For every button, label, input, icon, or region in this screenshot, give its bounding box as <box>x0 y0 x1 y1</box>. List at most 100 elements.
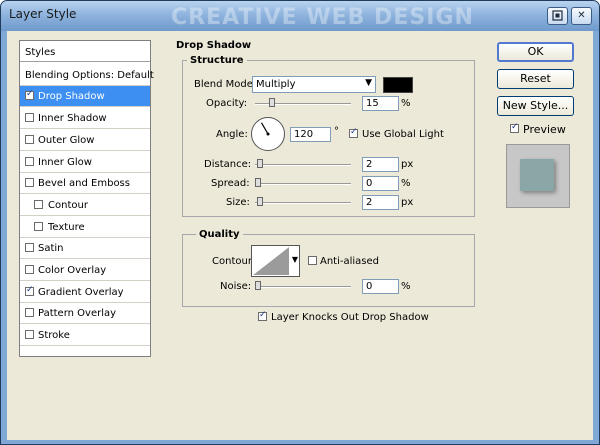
style-item-pattern-overlay[interactable]: Pattern Overlay <box>20 303 150 325</box>
style-checkbox[interactable] <box>25 243 34 253</box>
chevron-down-icon: ▼ <box>365 78 372 88</box>
angle-dial[interactable] <box>251 117 285 151</box>
style-checkbox[interactable] <box>25 330 34 340</box>
style-item-label: Texture <box>48 221 85 233</box>
style-item-label: Inner Glow <box>38 156 92 168</box>
style-item-label: Stroke <box>38 330 70 342</box>
blend-mode-label: Blend Mode: <box>194 79 257 90</box>
style-checkbox[interactable] <box>25 285 34 296</box>
style-item-drop-shadow[interactable]: Drop Shadow <box>20 86 150 108</box>
styles-list: Styles Blending Options: Default Drop Shad… <box>19 40 154 357</box>
style-item-styles: Styles <box>20 42 150 62</box>
preview-label: Preview <box>523 123 566 136</box>
angle-unit: ° <box>334 126 339 137</box>
size-input[interactable]: 2 <box>362 195 399 210</box>
dialog-body: Styles Blending Options: Default Drop Shad… <box>7 31 593 440</box>
style-item-inner-glow[interactable]: Inner Glow <box>20 152 150 173</box>
contour-label: Contour: <box>212 256 256 267</box>
angle-label: Angle: <box>216 129 248 140</box>
window-title: Layer Style <box>9 7 77 21</box>
style-item-stroke[interactable]: Stroke <box>20 325 150 347</box>
style-item-label: Drop Shadow <box>38 91 105 103</box>
contour-preview-icon <box>253 247 289 275</box>
size-label: Size: <box>226 197 250 208</box>
style-checkbox[interactable] <box>25 156 34 166</box>
close-icon[interactable]: ✕ <box>571 7 592 25</box>
blend-mode-select[interactable]: Multiply ▼ <box>252 76 376 93</box>
structure-title: Structure <box>187 55 247 66</box>
style-checkbox[interactable] <box>25 265 34 274</box>
distance-slider-track[interactable] <box>255 164 351 166</box>
distance-label: Distance: <box>204 159 252 170</box>
anti-aliased-checkbox[interactable] <box>308 256 317 265</box>
spread-slider-thumb[interactable] <box>255 178 261 187</box>
style-checkbox[interactable] <box>25 134 34 144</box>
preview-shape <box>520 159 554 191</box>
use-global-light-checkbox[interactable] <box>349 127 358 138</box>
title-watermark: CREATIVE WEB DESIGN <box>171 5 474 30</box>
quality-group <box>182 234 475 307</box>
angle-input[interactable]: 120 <box>290 127 331 142</box>
distance-slider-thumb[interactable] <box>256 159 263 168</box>
noise-slider-track[interactable] <box>255 286 351 288</box>
style-item-contour[interactable]: Contour <box>20 195 150 216</box>
style-item-outer-glow[interactable]: Outer Glow <box>20 130 150 151</box>
style-item-inner-shadow[interactable]: Inner Shadow <box>20 108 150 130</box>
spread-unit: % <box>401 178 411 189</box>
size-unit: px <box>401 197 414 208</box>
contour-picker[interactable]: ▼ <box>251 245 300 277</box>
style-checkbox[interactable] <box>25 113 34 123</box>
distance-unit: px <box>401 159 414 170</box>
opacity-unit: % <box>401 98 411 109</box>
style-item-blending-options-default[interactable]: Blending Options: Default <box>20 65 154 86</box>
style-item-bevel-and-emboss[interactable]: Bevel and Emboss <box>20 173 150 195</box>
size-slider-thumb[interactable] <box>256 197 263 206</box>
opacity-slider-thumb[interactable] <box>269 98 276 107</box>
style-item-label: Contour <box>48 199 88 211</box>
help-icon[interactable] <box>547 7 568 25</box>
spread-label: Spread: <box>211 178 250 189</box>
style-item-label: Bevel and Emboss <box>38 178 130 190</box>
chevron-down-icon[interactable]: ▼ <box>292 255 298 264</box>
spread-input[interactable]: 0 <box>362 176 399 191</box>
style-checkbox[interactable] <box>25 178 34 188</box>
title-bar[interactable]: Layer Style CREATIVE WEB DESIGN ✕ <box>1 1 599 31</box>
noise-slider-thumb[interactable] <box>255 281 261 290</box>
style-item-label: Blending Options: Default <box>25 69 154 81</box>
style-item-label: Inner Shadow <box>38 113 107 125</box>
style-item-gradient-overlay[interactable]: Gradient Overlay <box>20 282 150 303</box>
opacity-label: Opacity: <box>206 98 248 109</box>
knockout-label: Layer Knocks Out Drop Shadow <box>271 312 429 323</box>
distance-input[interactable]: 2 <box>362 157 399 172</box>
style-checkbox[interactable] <box>34 221 43 231</box>
style-item-label: Gradient Overlay <box>38 286 124 298</box>
style-item-label: Color Overlay <box>38 265 107 276</box>
noise-unit: % <box>401 281 411 292</box>
preview-swatch <box>506 144 570 208</box>
style-checkbox[interactable] <box>34 199 43 209</box>
use-global-light-label: Use Global Light <box>362 129 444 140</box>
shadow-color-swatch[interactable] <box>383 77 413 93</box>
preview-checkbox[interactable] <box>510 122 519 133</box>
style-item-satin[interactable]: Satin <box>20 238 150 260</box>
ok-button[interactable]: OK <box>497 42 574 62</box>
reset-button[interactable]: Reset <box>497 69 574 89</box>
style-item-label: Outer Glow <box>38 134 95 146</box>
style-item-label: Satin <box>38 243 64 255</box>
new-style-button[interactable]: New Style... <box>497 96 574 116</box>
knockout-checkbox[interactable] <box>258 310 267 321</box>
quality-title: Quality <box>196 229 243 240</box>
size-slider-track[interactable] <box>255 202 351 204</box>
opacity-input[interactable]: 15 <box>362 96 399 111</box>
style-checkbox[interactable] <box>25 89 34 101</box>
style-item-color-overlay[interactable]: Color Overlay <box>20 260 150 281</box>
blend-mode-value: Multiply <box>256 79 296 90</box>
anti-aliased-label: Anti-aliased <box>320 256 380 267</box>
style-checkbox[interactable] <box>25 308 34 318</box>
spread-slider-track[interactable] <box>255 183 351 185</box>
noise-input[interactable]: 0 <box>362 279 399 294</box>
style-item-label: Styles <box>25 47 56 58</box>
panel-title: Drop Shadow <box>176 40 252 51</box>
style-item-texture[interactable]: Texture <box>20 217 150 238</box>
noise-label: Noise: <box>220 281 252 292</box>
